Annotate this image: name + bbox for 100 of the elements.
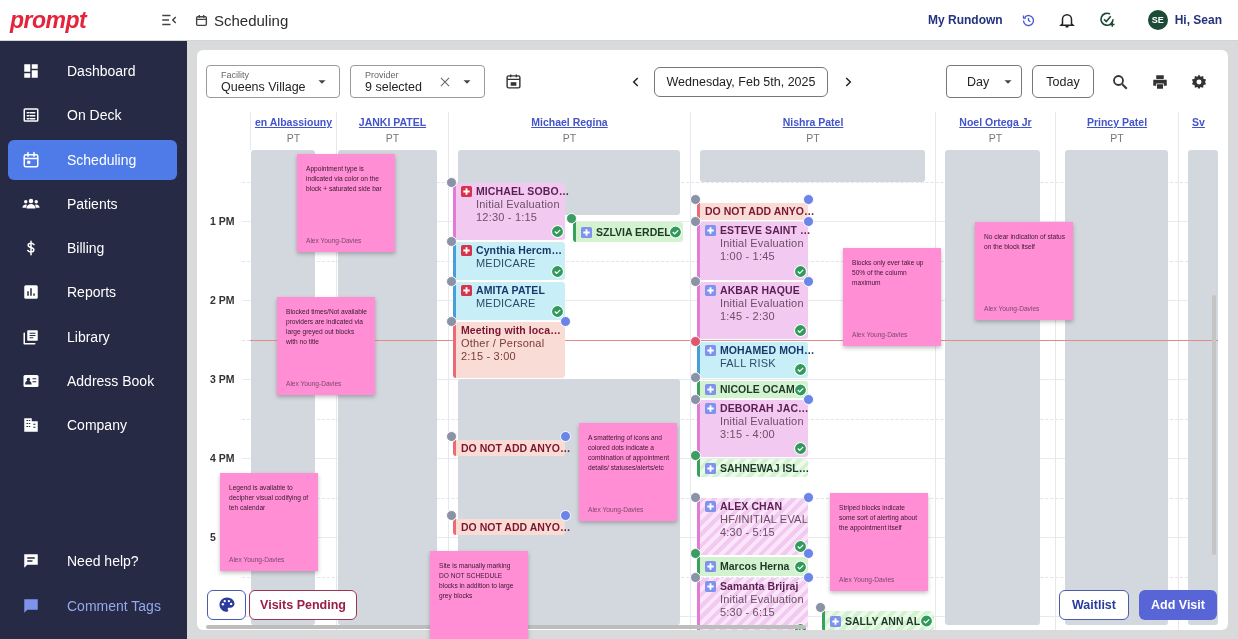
appointment-block[interactable]: NICOLE OCAM [697,381,808,398]
logo: prompt [10,6,89,34]
appointment-detail: Initial Evaluation [720,593,804,606]
provider-role: PT [286,132,301,144]
appointment-block[interactable]: AMITA PATEL MEDICARE [453,282,565,320]
appointment-detail: FALL RISK [720,357,777,370]
appointment-detail: 2:15 - 3:00 [461,350,517,363]
nav-item[interactable]: Address Book [8,361,177,402]
nav-item[interactable]: Dashboard [8,51,177,91]
patient-name: DO NOT ADD ANYO… [461,520,571,534]
books-icon [22,327,40,346]
building-icon [22,416,40,435]
patient-name: AMITA PATEL [476,284,545,297]
patient-name: DEBORAH JAC… [720,402,809,415]
appointment-block[interactable]: Meeting with loca… Other / Personal 2:15 - 3:00 [453,322,565,378]
appointment-detail: Initial Evaluation [720,415,804,428]
appointment-block[interactable]: SZLVIA ERDEL [573,222,683,242]
patient-name: MOHAMED MOH… [720,344,815,357]
nav-item[interactable]: Billing [8,228,177,269]
appointment-block[interactable]: DEBORAH JAC… Initial Evaluation 3:15 - 4:00 [697,400,808,457]
time-label: 2 PM [210,294,235,306]
appointment-block[interactable]: Cynthia Hercm… MEDICARE [453,242,565,280]
provider-role: PT [1110,132,1124,144]
facility-dropdown[interactable]: Facility Queens Village [206,65,340,98]
nav-item[interactable]: Reports [8,272,177,313]
rundown-link[interactable]: My Rundown [928,13,1003,27]
provider-role: PT [562,132,577,144]
bar-chart-icon [22,283,40,302]
greeting: Hi, Sean [1174,13,1222,27]
provider-role: PT [988,132,1003,144]
search-icon[interactable] [1111,72,1129,91]
dashboard-icon [22,62,40,80]
patient-name: Samanta Brijraj [720,580,799,593]
appointment-detail: Initial Evaluation [476,198,561,211]
add-visit-button[interactable]: Add Visit [1139,590,1217,620]
time-label: 1 PM [210,215,235,227]
appointment-block[interactable]: SALLY ANN AL [822,611,934,630]
nav-item[interactable]: Company [8,405,177,446]
provider-role: PT [806,132,820,144]
provider-link[interactable]: Sv [1192,116,1205,128]
patient-name: DO NOT ADD ANYO… [461,441,571,455]
waitlist-button[interactable]: Waitlist [1059,590,1129,620]
time-label: 3 PM [210,373,235,385]
appointment-detail: MEDICARE [476,297,537,310]
appointment-detail: 1:00 - 1:45 [720,250,776,263]
nav-item[interactable]: Comment Tags [8,585,177,626]
appointment-block[interactable]: ALEX CHAN HF/INITIAL EVAL 4:30 - 5:15 [697,498,808,555]
check-circle-icon[interactable] [1097,11,1116,29]
appointment-block[interactable]: SAHNEWAJ ISL… [697,459,808,477]
avatar[interactable]: SE [1147,10,1168,30]
provider-link[interactable]: JANKI PATEL [358,116,427,128]
patient-name: NICOLE OCAM [720,383,795,396]
printer-icon[interactable] [1151,72,1169,91]
nav-item[interactable]: Need help? [8,541,177,582]
patient-name: ESTEVE SAINT … [720,224,811,237]
appointment-detail: 3:15 - 4:00 [720,428,776,441]
calendar-icon[interactable] [505,73,522,90]
provider-link[interactable]: Michael Regina [531,116,608,128]
page-title: Scheduling [214,11,289,29]
palette-icon [217,596,236,614]
nav-item[interactable]: On Deck [8,95,177,136]
patient-name: Cynthia Hercm… [476,244,562,257]
appointment-block[interactable]: ESTEVE SAINT … Initial Evaluation 1:00 - 1:45 [697,222,808,280]
history-icon[interactable] [1020,12,1036,28]
appointment-detail: 1:45 - 2:30 [720,310,776,323]
date-button[interactable]: Wednesday, Feb 5th, 2025 [654,66,828,97]
provider-link[interactable]: Princy Patel [1086,116,1148,128]
appointment-detail: Initial Evaluation [720,237,804,250]
time-label: 5 [210,531,216,543]
appointment-detail: 4:30 - 5:15 [720,526,776,539]
patient-name: AKBAR HAQUE [720,284,800,297]
calendar-icon [195,13,208,27]
bell-icon[interactable] [1057,11,1076,29]
view-dropdown[interactable]: Day [946,65,1022,98]
provider-link[interactable]: Noel Ortega Jr [959,116,1032,128]
legend-button[interactable] [207,590,246,620]
patient-name: Meeting with loca… [461,324,561,337]
appointment-detail: 5:30 - 6:15 [720,606,776,619]
chat-bubble-icon [22,552,40,571]
today-button[interactable]: Today [1032,65,1094,98]
nav-item[interactable]: Patients [8,183,177,224]
appointment-block[interactable]: Marcos Herna [697,557,808,576]
nav-item[interactable]: Scheduling [8,139,177,180]
provider-dropdown[interactable]: Provider 9 selected [350,65,485,98]
nav-item[interactable]: Library [8,316,177,357]
chat-bubble-icon [22,596,40,615]
appointment-block[interactable]: Samanta Brijraj Initial Evaluation 5:30 - 6:15 [697,578,808,630]
provider-role: PT [385,132,400,144]
provider-link[interactable]: en Albassiouny [254,116,333,128]
visits-pending-button[interactable]: Visits Pending [249,590,357,620]
settings-icon[interactable] [1190,72,1208,91]
patient-name: SZLVIA ERDEL [596,225,671,239]
patient-name: SALLY ANN AL [845,614,921,628]
patient-name: DO NOT ADD ANYO… [705,205,815,218]
calendar-icon [22,150,40,169]
time-label: 4 PM [210,452,235,464]
patient-name: ALEX CHAN [720,500,783,513]
appointment-detail: Initial Evaluation [720,297,804,310]
provider-link[interactable]: Nishra Patel [782,116,844,128]
appointment-block[interactable]: AKBAR HAQUE Initial Evaluation 1:45 - 2:30 [697,282,808,339]
